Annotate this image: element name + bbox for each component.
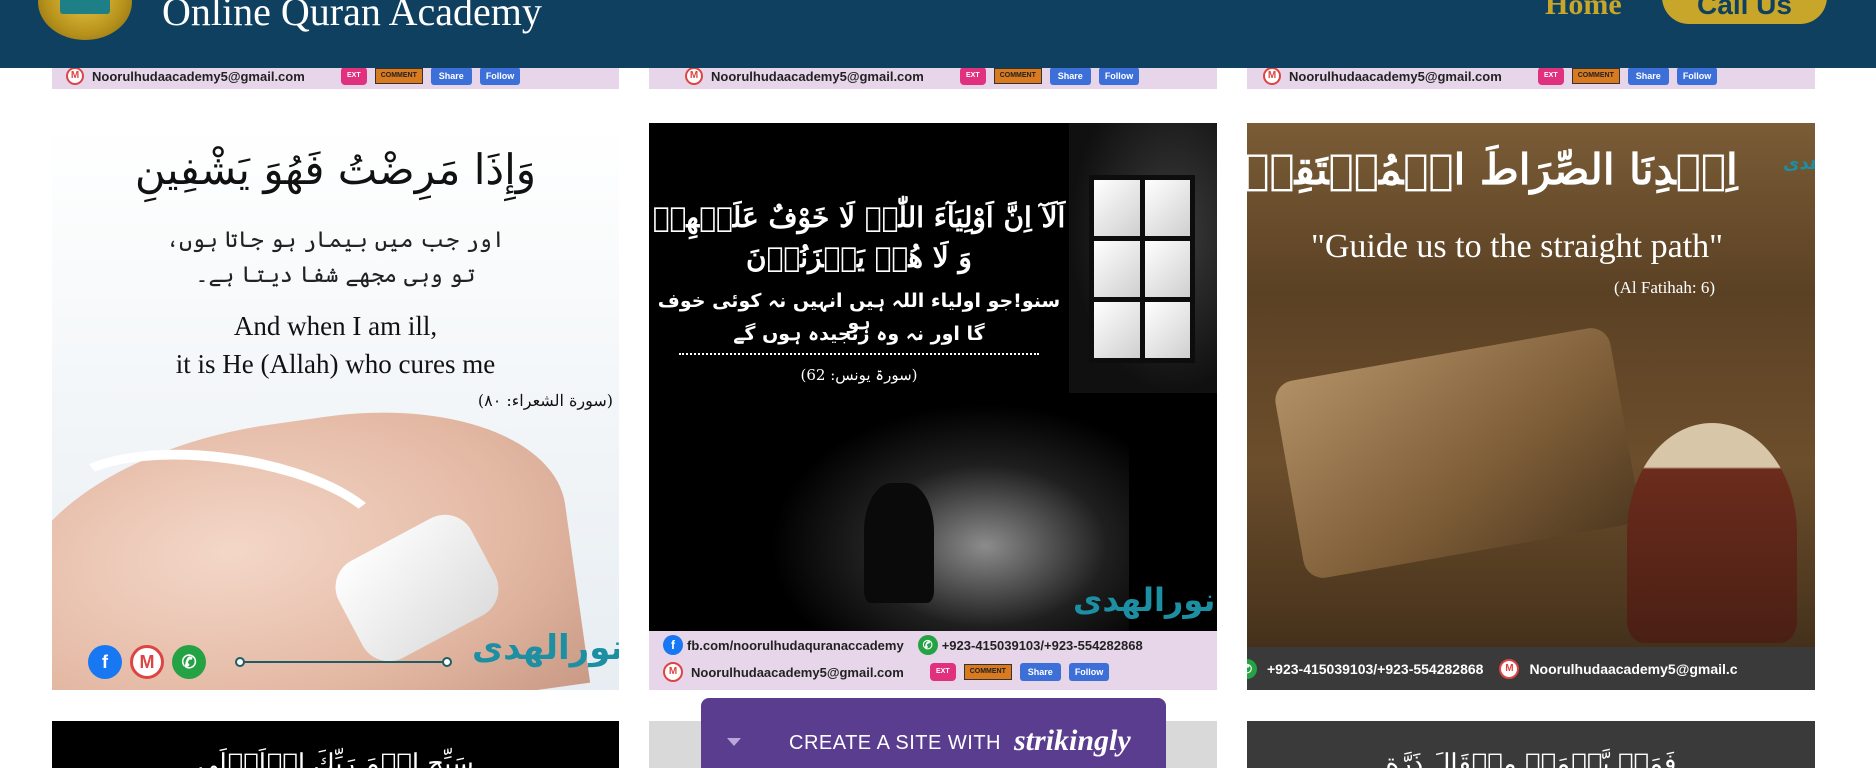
ext-badge: EXT [929,663,956,681]
arabic-verse: وَإِذَا مَرِضْتُ فَهُوَ يَشْفِينِ [134,145,537,194]
comment-badge: COMMENT [1571,68,1620,84]
urdu-line-2: گا اور نہ وہ رنجیدہ ہوں گے [733,323,985,345]
brand-logo: نورالھدی [1073,581,1216,619]
site-title[interactable]: Online Quran Academy [162,0,542,35]
gallery-card-ash-shuara[interactable]: وَإِذَا مَرِضْتُ فَهُوَ يَشْفِينِ اور جب… [52,123,619,690]
brand-logo: ھدی [1783,153,1815,174]
verse-reference: (سورة الشعراء: ۸۰) [477,391,613,410]
gallery-card-bottom-left[interactable]: سَبِّحِ اسۡمَ رَبِّكَ الۡاَعۡلَى [52,721,619,768]
follow-button[interactable]: Follow [1068,663,1110,681]
comment-badge: COMMENT [993,68,1042,84]
divider-dot-right [442,657,452,667]
arabic-verse: فَمَنۡ يَّعۡمَلۡ مِثۡقَالَ ذَرَّةٍ [1385,749,1677,768]
share-button[interactable]: Share [1019,663,1061,681]
gmail-icon: M [66,67,84,85]
arabic-verse-line-1: اَلَآ اِنَّ اَوْلِيَآءَ اللّٰہِ لَا خَوْ… [652,201,1066,234]
gmail-icon: M [130,645,164,679]
gallery-card-yunus[interactable]: اَلَآ اِنَّ اَوْلِيَآءَ اللّٰہِ لَا خَوْ… [649,123,1217,690]
phone-numbers: +923-415039103/+923-554282868 [941,637,1143,653]
academy-logo[interactable] [38,0,132,40]
ext-badge: EXT [1537,67,1564,85]
english-translation: "Guide us to the straight path" [1310,228,1724,265]
share-button[interactable]: Share [1627,67,1669,85]
contact-strip: ✆ +923-415039103/+923-554282868 M Noorul… [1247,647,1815,690]
gallery-card-fatihah[interactable]: اِهۡدِنَا الصِّرَاطَ الۡمُسۡتَقِيۡمَ "Gu… [1247,123,1815,690]
facebook-icon: f [88,645,122,679]
gallery-card-bottom-right[interactable]: فَمَنۡ يَّعۡمَلۡ مِثۡقَالَ ذَرَّةٍ [1247,721,1815,768]
facebook-url: fb.com/noorulhudaquranaccademy [687,637,904,653]
call-us-button[interactable]: Call Us [1662,0,1827,24]
verse-reference: (Al Fatihah: 6) [1613,278,1715,297]
share-button[interactable]: Share [1049,67,1091,85]
email-text: Noorulhudaacademy5@gmail.com [1289,68,1502,84]
comment-badge: COMMENT [963,664,1012,680]
divider-dot-left [235,657,245,667]
strikingly-logo[interactable]: strikingly [1014,724,1131,758]
gmail-icon: M [685,67,703,85]
arabic-verse: اِهۡدِنَا الصِّرَاطَ الۡمُسۡتَقِيۡمَ [1247,145,1738,194]
arabic-verse: سَبِّحِ اسۡمَ رَبِّكَ الۡاَعۡلَى [197,749,474,768]
whatsapp-icon: ✆ [917,635,938,655]
brand-logo: نورالھدی [472,628,619,668]
chevron-down-icon[interactable] [727,738,741,746]
divider-arrow [679,353,1039,355]
facebook-icon: f [663,635,683,655]
light-beam [769,403,1129,663]
urdu-line-2: تو وہی مجھے شفا دیتا ہے۔ [195,263,476,288]
nav-home-link[interactable]: Home [1545,0,1622,22]
ext-badge: EXT [959,67,986,85]
comment-badge: COMMENT [374,68,423,84]
follow-button[interactable]: Follow [1676,67,1718,85]
follow-button[interactable]: Follow [1098,67,1140,85]
strikingly-banner[interactable]: CREATE A SITE WITH strikingly [701,698,1166,768]
praying-figure-image [864,483,934,603]
english-line-2: it is He (Allah) who cures me [175,349,496,379]
gmail-icon: M [1263,67,1281,85]
share-button[interactable]: Share [430,67,472,85]
email-text: Noorulhudaacademy5@gmail.com [711,68,924,84]
divider-line [240,661,450,663]
phone-numbers: +923-415039103/+923-554282868 [1267,660,1484,677]
email-text: Noorulhudaacademy5@gmail.com [92,68,305,84]
follow-button[interactable]: Follow [479,67,521,85]
gmail-icon: M [1499,658,1520,679]
open-quran-image [1272,324,1642,582]
urdu-line-1: اور جب میں بیمار ہو جاتا ہوں، [166,228,505,253]
ext-badge: EXT [340,67,367,85]
whatsapp-icon: ✆ [1247,658,1257,679]
gmail-icon: M [663,662,683,682]
arabic-verse-line-2: وَ لَا هُمۡ يَحۡزَنُوۡنَ [746,241,972,274]
whatsapp-icon: ✆ [172,645,206,679]
window-image [1089,175,1195,363]
reading-boy-image [1627,423,1797,643]
banner-label: CREATE A SITE WITH [789,732,1001,754]
english-line-1: And when I am ill, [233,311,438,341]
site-header: Online Quran Academy Home Call Us [0,0,1876,68]
contact-strip: f fb.com/noorulhudaquranaccademy ✆ +923-… [649,631,1217,690]
logo-emblem [60,0,110,14]
email-text: Noorulhudaacademy5@gmail.c [1529,660,1738,677]
verse-reference: (سورۃ یونس: 62) [800,366,918,384]
email-text: Noorulhudaacademy5@gmail.com [691,664,904,680]
